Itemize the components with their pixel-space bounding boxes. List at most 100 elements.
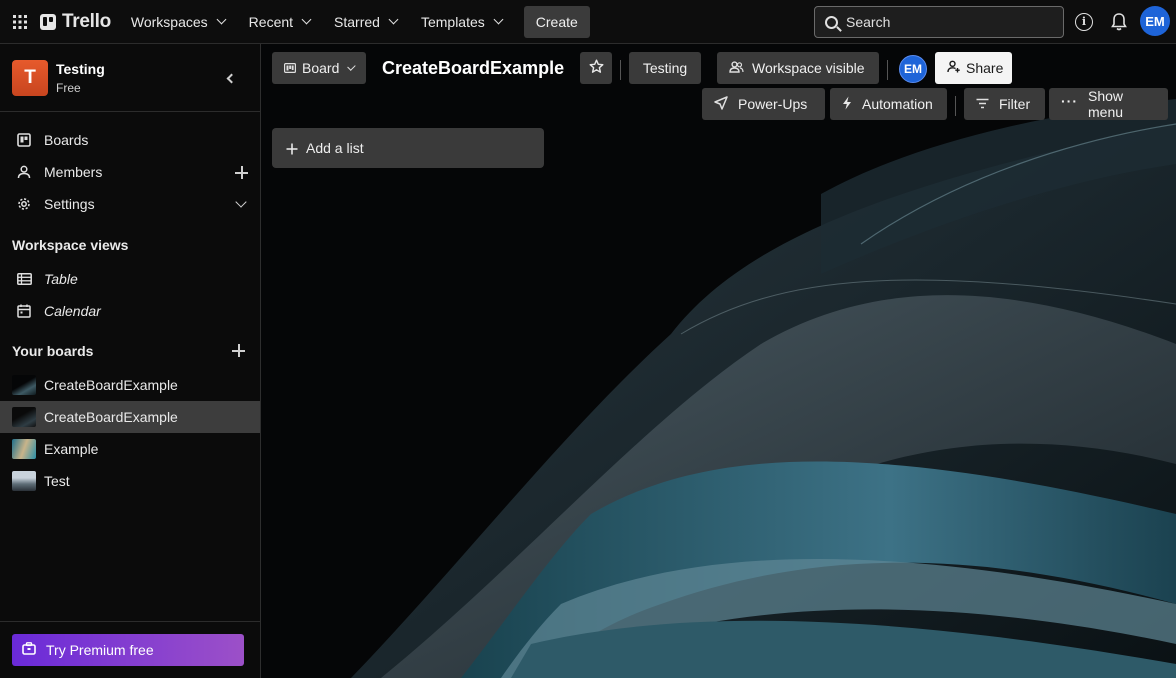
workspace-name[interactable]: Testing — [56, 61, 105, 77]
sidebar-item-label: Table — [44, 271, 78, 287]
templates-label: Templates — [420, 13, 485, 30]
header-divider — [620, 60, 621, 80]
sidebar-item-label: Members — [44, 164, 103, 180]
rocket-icon — [714, 95, 728, 113]
sidebar-item-label: Calendar — [44, 303, 101, 319]
trello-logo[interactable]: Trello — [40, 11, 111, 33]
workspaces-menu[interactable]: Workspaces — [121, 6, 235, 38]
sidebar-board-item[interactable]: CreateBoardExample — [0, 369, 260, 401]
calendar-icon — [16, 303, 32, 319]
add-person-icon — [947, 60, 960, 76]
gear-icon — [16, 196, 32, 212]
app-switcher-icon[interactable] — [0, 0, 40, 44]
recent-label: Recent — [248, 13, 294, 30]
sidebar: T Testing Free Boards Members Settings W… — [0, 44, 261, 678]
workspace-tile[interactable]: T — [12, 59, 48, 96]
workspace-info: Testing Free — [56, 61, 105, 95]
search-input[interactable]: Search — [814, 6, 1064, 38]
sidebar-divider — [0, 621, 260, 622]
table-icon — [16, 271, 32, 287]
sidebar-item-boards[interactable]: Boards — [0, 124, 260, 156]
sidebar-item-label: Settings — [44, 196, 95, 212]
board-thumbnail — [12, 375, 36, 395]
share-button[interactable]: Share — [935, 52, 1012, 84]
user-avatar[interactable]: EM — [1140, 6, 1170, 36]
automation-label: Automation — [862, 96, 933, 112]
sidebar-board-label: Example — [44, 441, 99, 457]
star-icon — [589, 59, 604, 77]
search-icon — [825, 15, 838, 29]
power-ups-button[interactable]: Power-Ups — [702, 88, 825, 120]
header-divider — [955, 96, 956, 116]
nav-menus: Workspaces Recent Starred Templates Crea… — [121, 0, 590, 44]
board-thumbnail — [12, 407, 36, 427]
sidebar-item-calendar-view[interactable]: Calendar — [0, 295, 260, 327]
sidebar-board-label: CreateBoardExample — [44, 377, 178, 393]
try-premium-button[interactable]: Try Premium free — [12, 634, 244, 666]
board-canvas: Board CreateBoardExample Testing Workspa… — [261, 44, 1176, 678]
sidebar-item-settings[interactable]: Settings — [0, 188, 260, 220]
star-board-button[interactable] — [580, 52, 612, 84]
workspaces-label: Workspaces — [130, 13, 208, 30]
top-navigation: Trello Workspaces Recent Starred Templat… — [0, 0, 1176, 44]
info-icon[interactable]: i — [1075, 13, 1093, 31]
board-title[interactable]: CreateBoardExample — [382, 58, 564, 79]
briefcase-icon — [22, 642, 36, 658]
chevron-down-icon — [216, 14, 227, 25]
collapse-sidebar-button[interactable] — [218, 66, 242, 90]
sidebar-item-label: Boards — [44, 132, 89, 148]
templates-menu[interactable]: Templates — [411, 6, 512, 38]
chevron-down-icon — [388, 14, 399, 25]
logo-text: Trello — [62, 10, 111, 32]
add-list-button[interactable]: Add a list — [272, 128, 544, 168]
board-thumbnail — [12, 439, 36, 459]
lightning-icon — [842, 96, 852, 113]
starred-menu[interactable]: Starred — [324, 6, 407, 38]
people-icon — [729, 60, 744, 76]
filter-label: Filter — [999, 96, 1031, 112]
sidebar-board-label: CreateBoardExample — [44, 409, 178, 425]
sidebar-board-label: Test — [44, 473, 70, 489]
chevron-down-icon — [301, 14, 312, 25]
notifications-bell-icon[interactable] — [1110, 12, 1128, 32]
workspace-plan: Free — [56, 80, 81, 95]
board-member-avatar[interactable]: EM — [899, 55, 927, 83]
add-member-plus-icon[interactable] — [235, 166, 248, 179]
sidebar-board-item[interactable]: Example — [0, 433, 260, 465]
chevron-down-icon — [493, 14, 504, 25]
board-icon — [16, 132, 32, 148]
visibility-button[interactable]: Workspace visible — [717, 52, 879, 84]
sidebar-item-members[interactable]: Members — [0, 156, 260, 188]
starred-label: Starred — [334, 13, 380, 30]
sidebar-board-item-active[interactable]: CreateBoardExample — [0, 401, 260, 433]
workspace-views-heading: Workspace views — [12, 237, 129, 253]
filter-button[interactable]: Filter — [964, 88, 1045, 120]
show-menu-label: Show menu — [1088, 88, 1124, 120]
trello-logo-icon — [40, 13, 56, 30]
board-view-label: Board — [302, 60, 340, 76]
your-boards-heading: Your boards — [12, 343, 94, 359]
workspace-button[interactable]: Testing — [629, 52, 701, 84]
header-divider — [887, 60, 888, 80]
person-icon — [16, 164, 32, 180]
create-button[interactable]: Create — [523, 5, 590, 38]
board-thumbnail — [12, 471, 36, 491]
workspace-header: T Testing Free — [0, 44, 260, 112]
sidebar-item-table-view[interactable]: Table — [0, 263, 260, 295]
automation-button[interactable]: Automation — [830, 88, 947, 120]
power-ups-label: Power-Ups — [738, 96, 808, 112]
add-list-label: Add a list — [306, 140, 364, 156]
chevron-down-icon — [347, 61, 356, 71]
search-placeholder: Search — [846, 14, 891, 30]
board-view-switcher[interactable]: Board — [272, 52, 366, 84]
try-premium-label: Try Premium free — [46, 642, 154, 658]
plus-icon — [286, 142, 298, 155]
share-label: Share — [966, 60, 1004, 76]
chevron-down-icon[interactable] — [235, 196, 247, 208]
visibility-label: Workspace visible — [752, 60, 865, 76]
filter-icon — [976, 96, 989, 112]
sidebar-board-item[interactable]: Test — [0, 465, 260, 497]
add-board-plus-icon[interactable] — [232, 344, 245, 357]
recent-menu[interactable]: Recent — [239, 6, 320, 38]
show-menu-button[interactable]: ··· Show menu — [1049, 88, 1168, 120]
